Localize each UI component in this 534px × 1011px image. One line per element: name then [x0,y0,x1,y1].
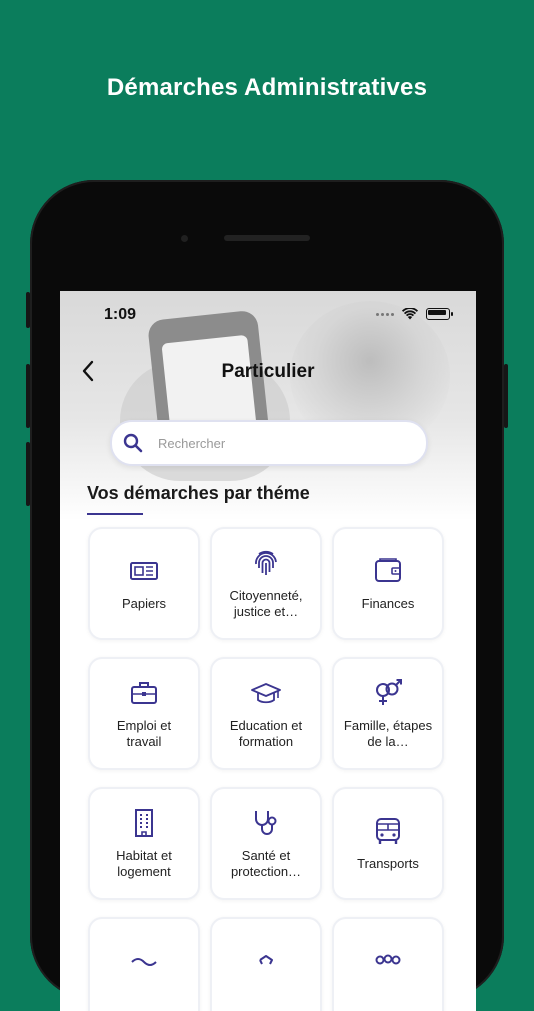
search-bar[interactable] [110,420,428,466]
theme-tile-finances[interactable]: Finances [332,527,444,640]
theme-tile-citoyennete[interactable]: Citoyenneté, justice et… [210,527,322,640]
mute-switch [26,292,30,328]
status-time: 1:09 [104,306,137,323]
theme-label: Transports [357,855,419,871]
wallet-icon [375,557,401,582]
theme-tile-justice[interactable] [88,917,200,1011]
volume-up-button [26,364,30,428]
app-screen: 1:09 Particulier Rechercher Vos démarche… [60,291,476,1011]
theme-tile-papiers[interactable]: Papiers [88,527,200,640]
theme-tile-associations[interactable] [332,917,444,1011]
briefcase-icon [131,681,157,704]
battery-icon [426,308,453,320]
theme-label: Papiers [121,595,167,611]
theme-tile-education[interactable]: Education et formation [210,657,322,770]
people-icon [375,954,401,964]
bus-icon [376,817,400,844]
theme-grid: Papiers Citoyenneté, justice et… Finance… [88,527,448,1011]
theme-label: Citoyenneté, justice et… [229,587,303,619]
scale-icon [131,957,157,966]
search-input[interactable] [156,434,400,452]
theme-tile-famille[interactable]: Famille, étapes de la… [332,657,444,770]
earpiece-speaker [224,235,310,241]
theme-tile-solidarite[interactable] [210,917,322,1011]
theme-label: Santé et protection… [230,847,302,879]
volume-down-button [26,442,30,506]
theme-label: Emploi et travail [116,717,172,749]
signal-icon [376,312,394,316]
theme-label: Habitat et logement [116,847,172,879]
status-icons [376,308,453,320]
theme-tile-transports[interactable]: Transports [332,787,444,900]
theme-label: Finances [361,595,415,611]
section-title: Vos démarches par théme [87,483,310,503]
fingerprint-icon [255,550,277,575]
graduation-cap-icon [251,682,281,703]
theme-label: Famille, étapes de la… [343,717,433,749]
wifi-icon [402,308,418,320]
gender-icon [376,678,402,705]
front-camera [181,235,188,242]
section-underline [87,513,143,515]
headline: Démarches Administratives [106,74,428,101]
power-button [504,364,508,428]
theme-tile-emploi[interactable]: Emploi et travail [88,657,200,770]
phone-frame: 1:09 Particulier Rechercher Vos démarche… [26,180,508,1011]
hands-icon [259,954,273,964]
theme-tile-habitat[interactable]: Habitat et logement [88,787,200,900]
newspaper-icon [130,561,158,580]
theme-tile-sante[interactable]: Santé et protection… [210,787,322,900]
search-icon [122,432,144,454]
stethoscope-icon [255,810,277,835]
theme-label: Education et formation [229,717,303,749]
building-icon [135,808,153,837]
page-title: Particulier [221,361,315,382]
